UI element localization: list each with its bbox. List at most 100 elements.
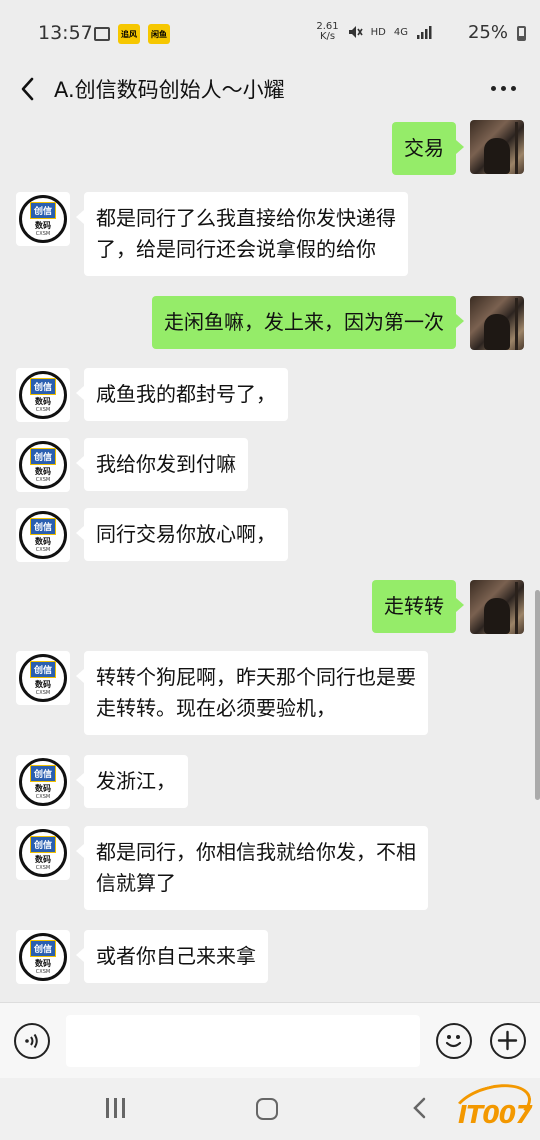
message-text: 走转转 [384, 594, 444, 618]
mute-icon [348, 26, 363, 38]
back-arrow-icon[interactable] [16, 76, 42, 102]
outgoing-message-bubble[interactable]: 交易 [392, 122, 464, 175]
logo-bottom-text: 数码 [35, 679, 51, 689]
incoming-message-bubble[interactable]: 转转个狗屁啊，昨天那个同行也是要 走转转。现在必须要验机， [76, 651, 428, 735]
message-text: 交易 [404, 136, 444, 160]
incoming-message-bubble[interactable]: 都是同行，你相信我就给你发，不相 信就算了 [76, 826, 428, 910]
logo-top-text: 创信 [29, 660, 56, 678]
incoming-message-bubble[interactable]: 发浙江， [76, 755, 188, 808]
net-speed-unit: K/s [319, 31, 336, 42]
xianyu-notification-icon: 闲鱼 [148, 24, 170, 44]
message-text: 或者你自己来来拿 [96, 944, 256, 968]
incoming-message-bubble[interactable]: 咸鱼我的都封号了， [76, 368, 288, 421]
contact-avatar[interactable]: 创信 数码 CXSM [16, 438, 70, 492]
battery-percent: 25% [467, 22, 508, 43]
my-avatar[interactable] [470, 296, 524, 350]
status-system-icons: 2.61 K/s HD 4G [316, 22, 432, 42]
logo-top-text: 创信 [29, 517, 56, 535]
contact-avatar[interactable]: 创信 数码 CXSM [16, 368, 70, 422]
logo-tiny-text: CXSM [35, 968, 51, 975]
logo-icon: 创信 数码 CXSM [19, 654, 67, 702]
home-icon[interactable] [256, 1098, 278, 1120]
logo-tiny-text: CXSM [35, 230, 51, 237]
emoji-icon [445, 1035, 462, 1048]
my-avatar[interactable] [470, 120, 524, 174]
incoming-message-bubble[interactable]: 我给你发到付嘛 [76, 438, 248, 491]
logo-tiny-text: CXSM [35, 689, 51, 696]
logo-icon: 创信 数码 CXSM [19, 933, 67, 981]
logo-bottom-text: 数码 [35, 536, 51, 546]
logo-tiny-text: CXSM [35, 864, 51, 871]
message-text-line: 都是同行，你相信我就给你发，不相 [96, 840, 416, 864]
message-text: 发浙江， [96, 769, 176, 793]
scrollbar[interactable] [535, 590, 540, 800]
contact-avatar[interactable]: 创信 数码 CXSM [16, 508, 70, 562]
message-text: 走闲鱼嘛，发上来，因为第一次 [164, 310, 444, 334]
message-text: 同行交易你放心啊， [96, 522, 276, 546]
logo-top-text: 创信 [29, 835, 56, 853]
logo-tiny-text: CXSM [35, 406, 51, 413]
contact-avatar[interactable]: 创信 数码 CXSM [16, 192, 70, 246]
incoming-message-bubble[interactable]: 同行交易你放心啊， [76, 508, 288, 561]
logo-icon: 创信 数码 CXSM [19, 511, 67, 559]
chat-title: A.创信数码创始人～小耀 [54, 78, 285, 102]
logo-icon: 创信 数码 CXSM [19, 829, 67, 877]
plus-icon [497, 1030, 518, 1051]
logo-top-text: 创信 [29, 764, 56, 782]
logo-tiny-text: CXSM [35, 476, 51, 483]
contact-avatar[interactable]: 创信 数码 CXSM [16, 651, 70, 705]
message-list[interactable]: 交易 创信 数码 CXSM 都是同行了么我直接给你发快递得 了，给是同行还会说拿… [0, 110, 540, 1002]
incoming-message-bubble[interactable]: 或者你自己来来拿 [76, 930, 268, 983]
message-row: 创信 数码 CXSM 同行交易你放心啊， [0, 508, 540, 564]
voice-input-button[interactable] [14, 1023, 50, 1059]
contact-avatar[interactable]: 创信 数码 CXSM [16, 826, 70, 880]
status-time: 13:57 [38, 22, 93, 44]
logo-bottom-text: 数码 [35, 854, 51, 864]
more-options-icon[interactable] [491, 86, 516, 91]
contact-avatar[interactable]: 创信 数码 CXSM [16, 930, 70, 984]
message-row: 创信 数码 CXSM 转转个狗屁啊，昨天那个同行也是要 走转转。现在必须要验机， [0, 651, 540, 741]
logo-top-text: 创信 [29, 939, 56, 957]
chat-header: A.创信数码创始人～小耀 [0, 68, 540, 110]
recent-apps-icon[interactable] [106, 1098, 125, 1118]
net-speed: 2.61 K/s [316, 22, 338, 42]
status-notification-icons: 追风 闲鱼 [94, 24, 170, 44]
more-functions-button[interactable] [490, 1023, 526, 1059]
logo-tiny-text: CXSM [35, 793, 51, 800]
message-text: 咸鱼我的都封号了， [96, 382, 276, 406]
logo-icon: 创信 数码 CXSM [19, 371, 67, 419]
logo-icon: 创信 数码 CXSM [19, 758, 67, 806]
message-row: 创信 数码 CXSM 发浙江， [0, 755, 540, 811]
input-bar [0, 1002, 540, 1079]
my-avatar[interactable] [470, 580, 524, 634]
outgoing-message-bubble[interactable]: 走闲鱼嘛，发上来，因为第一次 [152, 296, 464, 349]
message-text: 我给你发到付嘛 [96, 452, 236, 476]
message-row: 走转转 [0, 580, 540, 636]
message-row: 创信 数码 CXSM 都是同行了么我直接给你发快递得 了，给是同行还会说拿假的给… [0, 192, 540, 282]
watermark-logo: IT007 [458, 1100, 533, 1129]
gallery-notification-icon [94, 27, 110, 41]
logo-bottom-text: 数码 [35, 396, 51, 406]
message-row: 创信 数码 CXSM 都是同行，你相信我就给你发，不相 信就算了 [0, 826, 540, 916]
battery-icon [517, 26, 526, 41]
contact-avatar[interactable]: 创信 数码 CXSM [16, 755, 70, 809]
logo-tiny-text: CXSM [35, 546, 51, 553]
voice-icon [25, 1033, 38, 1049]
logo-icon: 创信 数码 CXSM [19, 195, 67, 243]
logo-top-text: 创信 [29, 447, 56, 465]
logo-top-text: 创信 [29, 201, 56, 219]
logo-bottom-text: 数码 [35, 220, 51, 230]
logo-bottom-text: 数码 [35, 958, 51, 968]
logo-bottom-text: 数码 [35, 466, 51, 476]
message-row: 走闲鱼嘛，发上来，因为第一次 [0, 296, 540, 352]
outgoing-message-bubble[interactable]: 走转转 [372, 580, 464, 633]
network-label: 4G [393, 26, 408, 38]
incoming-message-bubble[interactable]: 都是同行了么我直接给你发快递得 了，给是同行还会说拿假的给你 [76, 192, 408, 276]
message-row: 创信 数码 CXSM 我给你发到付嘛 [0, 438, 540, 494]
message-text-line: 转转个狗屁啊，昨天那个同行也是要 [96, 665, 416, 689]
logo-icon: 创信 数码 CXSM [19, 441, 67, 489]
system-nav-bar: IT007 [0, 1076, 540, 1140]
message-input[interactable] [66, 1015, 420, 1067]
emoji-button[interactable] [436, 1023, 472, 1059]
nav-back-icon[interactable] [410, 1096, 430, 1120]
